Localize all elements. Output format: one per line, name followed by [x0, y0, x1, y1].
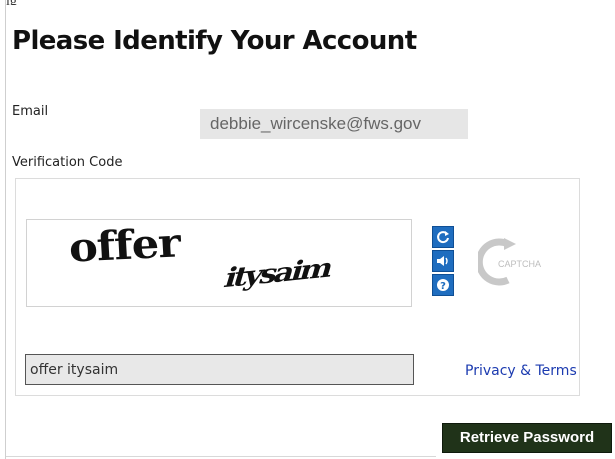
audio-icon: [437, 256, 448, 266]
email-field: debbie_wircenske@fws.gov: [200, 109, 468, 139]
captcha-logo: CAPTCHA: [478, 238, 541, 286]
captcha-word-1: offer: [67, 219, 181, 272]
captcha-image: offer itysaim: [26, 219, 412, 307]
privacy-terms-link[interactable]: Privacy & Terms: [465, 363, 577, 379]
page-left-border: [5, 0, 6, 459]
refresh-icon: [437, 231, 449, 244]
captcha-audio-button[interactable]: [432, 250, 454, 272]
page-title: Please Identify Your Account: [12, 26, 417, 56]
captcha-help-button[interactable]: ?: [432, 274, 454, 296]
svg-text:?: ?: [440, 281, 446, 292]
help-icon: ?: [437, 279, 449, 292]
email-label: Email: [12, 104, 49, 119]
cropped-heading-fragment: ig: [6, 0, 66, 5]
captcha-controls: ?: [432, 226, 454, 298]
captcha-word-2: itysaim: [220, 252, 335, 295]
bottom-divider: [6, 456, 436, 457]
verification-code-label: Verification Code: [12, 155, 123, 170]
captcha-response-input[interactable]: [25, 354, 414, 385]
captcha-logo-text: CAPTCHA: [498, 259, 541, 269]
retrieve-password-button[interactable]: Retrieve Password: [442, 423, 612, 453]
captcha-refresh-button[interactable]: [432, 226, 454, 248]
